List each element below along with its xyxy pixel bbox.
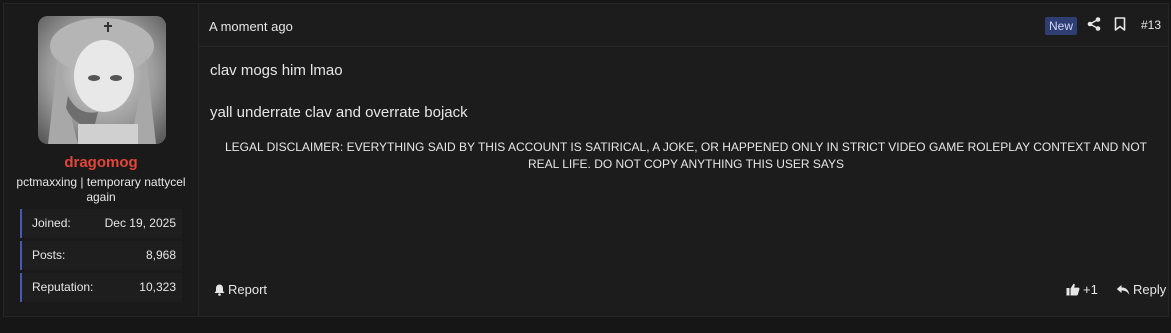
avatar[interactable] [38, 16, 166, 144]
post-main: A moment ago New #13 clav mogs him lmao … [199, 4, 1168, 316]
stat-posts: Posts: 8,968 [20, 241, 182, 270]
post-line: clav mogs him lmao [210, 62, 343, 79]
reply-icon [1116, 284, 1130, 295]
report-button[interactable]: Report [214, 282, 267, 297]
like-count: +1 [1083, 282, 1098, 297]
post-number-link[interactable]: #13 [1141, 18, 1161, 32]
avatar-image [38, 16, 166, 144]
post-card: dragomog pctmaxxing | temporary nattycel… [3, 3, 1169, 317]
stat-value: 10,323 [139, 280, 176, 294]
reply-button[interactable]: Reply [1116, 282, 1166, 297]
report-label: Report [228, 282, 268, 297]
signature-disclaimer: LEGAL DISCLAIMER: EVERYTHING SAID BY THI… [224, 140, 1147, 171]
post-header: A moment ago New #13 [199, 4, 1168, 47]
reply-label: Reply [1133, 282, 1167, 297]
stat-label: Reputation: [32, 280, 94, 294]
like-button[interactable]: +1 [1066, 282, 1098, 297]
stat-label: Joined: [32, 216, 71, 230]
post-timestamp[interactable]: A moment ago [209, 19, 293, 34]
bell-icon [214, 284, 225, 296]
stat-value: Dec 19, 2025 [104, 216, 176, 230]
user-sidebar: dragomog pctmaxxing | temporary nattycel… [4, 4, 199, 316]
stat-reputation: Reputation: 10,323 [20, 273, 182, 302]
new-badge: New [1045, 17, 1078, 35]
share-icon[interactable] [1087, 17, 1101, 31]
bookmark-icon[interactable] [1114, 17, 1126, 31]
username[interactable]: dragomog [4, 154, 198, 171]
post-line: yall underrate clav and overrate bojack [210, 104, 468, 121]
stat-joined: Joined: Dec 19, 2025 [20, 209, 182, 238]
user-title: pctmaxxing | temporary nattycel again [16, 175, 186, 204]
thumbs-up-icon [1066, 283, 1080, 296]
stat-label: Posts: [32, 248, 66, 262]
stat-value: 8,968 [145, 248, 176, 262]
